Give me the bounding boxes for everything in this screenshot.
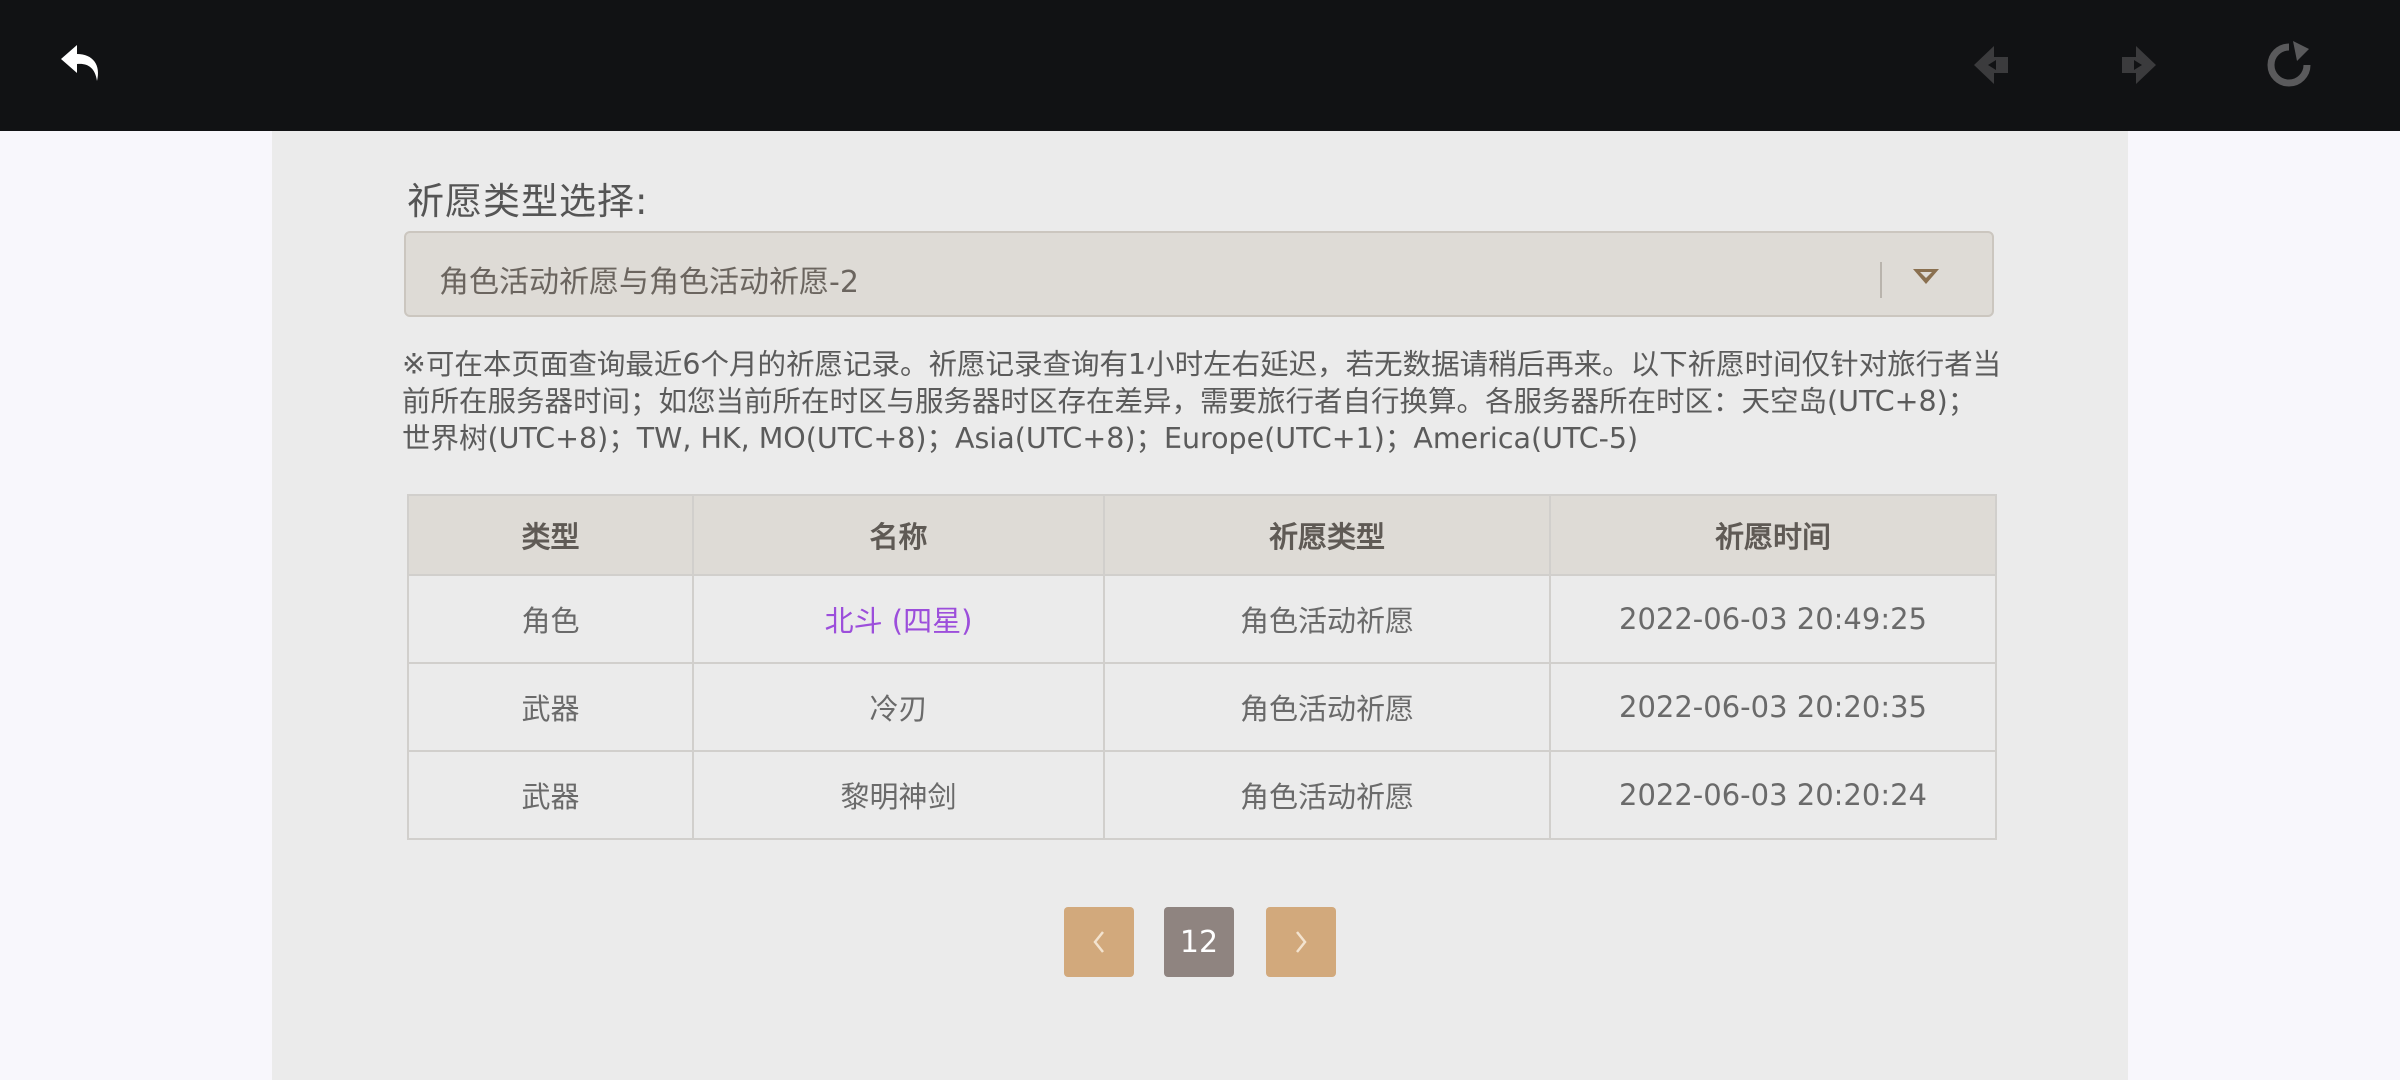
- nav-forward-icon[interactable]: [2104, 30, 2174, 100]
- top-bar: [0, 0, 2400, 131]
- wish-type-selected-value: 角色活动祈愿与角色活动祈愿-2: [439, 265, 859, 300]
- current-page-indicator: 12: [1164, 907, 1234, 977]
- wish-history-table: 类型 名称 祈愿类型 祈愿时间 角色 北斗 (四星) 角色活动祈愿 2022-0…: [407, 494, 1997, 840]
- refresh-icon[interactable]: [2254, 30, 2324, 100]
- table-header-row: 类型 名称 祈愿类型 祈愿时间: [407, 494, 1997, 576]
- select-divider: [1880, 262, 1882, 298]
- header-type: 类型: [407, 494, 694, 576]
- cell-wish-time: 2022-06-03 20:49:25: [1549, 574, 1997, 664]
- wish-type-select[interactable]: 角色活动祈愿与角色活动祈愿-2: [404, 231, 1994, 317]
- table-row: 角色 北斗 (四星) 角色活动祈愿 2022-06-03 20:49:25: [407, 574, 1997, 664]
- header-wish-time: 祈愿时间: [1549, 494, 1997, 576]
- cell-wish-time: 2022-06-03 20:20:35: [1549, 662, 1997, 752]
- header-name: 名称: [692, 494, 1105, 576]
- cell-wish-type: 角色活动祈愿: [1103, 574, 1551, 664]
- chevron-left-icon: [1093, 931, 1104, 953]
- pagination: 12: [272, 907, 2128, 977]
- wish-type-label: 祈愿类型选择:: [407, 180, 649, 223]
- prev-page-button[interactable]: [1064, 907, 1134, 977]
- cell-type: 角色: [407, 574, 694, 664]
- chevron-right-icon: [1296, 931, 1307, 953]
- header-wish-type: 祈愿类型: [1103, 494, 1551, 576]
- cell-wish-time: 2022-06-03 20:20:24: [1549, 750, 1997, 840]
- cell-type: 武器: [407, 662, 694, 752]
- cell-wish-type: 角色活动祈愿: [1103, 662, 1551, 752]
- nav-back-icon[interactable]: [1956, 30, 2026, 100]
- cell-wish-type: 角色活动祈愿: [1103, 750, 1551, 840]
- cell-name: 黎明神剑: [692, 750, 1105, 840]
- cell-name: 北斗 (四星): [692, 574, 1105, 664]
- table-row: 武器 冷刃 角色活动祈愿 2022-06-03 20:20:35: [407, 662, 1997, 752]
- cell-type: 武器: [407, 750, 694, 840]
- table-row: 武器 黎明神剑 角色活动祈愿 2022-06-03 20:20:24: [407, 750, 1997, 840]
- wish-history-panel: 祈愿类型选择: 角色活动祈愿与角色活动祈愿-2 ※可在本页面查询最近6个月的祈愿…: [272, 131, 2128, 1080]
- cell-name: 冷刃: [692, 662, 1105, 752]
- back-arrow-icon[interactable]: [48, 30, 118, 100]
- notice-text: ※可在本页面查询最近6个月的祈愿记录。祈愿记录查询有1小时左右延迟，若无数据请稍…: [402, 348, 2002, 455]
- next-page-button[interactable]: [1266, 907, 1336, 977]
- dropdown-arrow-icon[interactable]: [1906, 261, 1946, 291]
